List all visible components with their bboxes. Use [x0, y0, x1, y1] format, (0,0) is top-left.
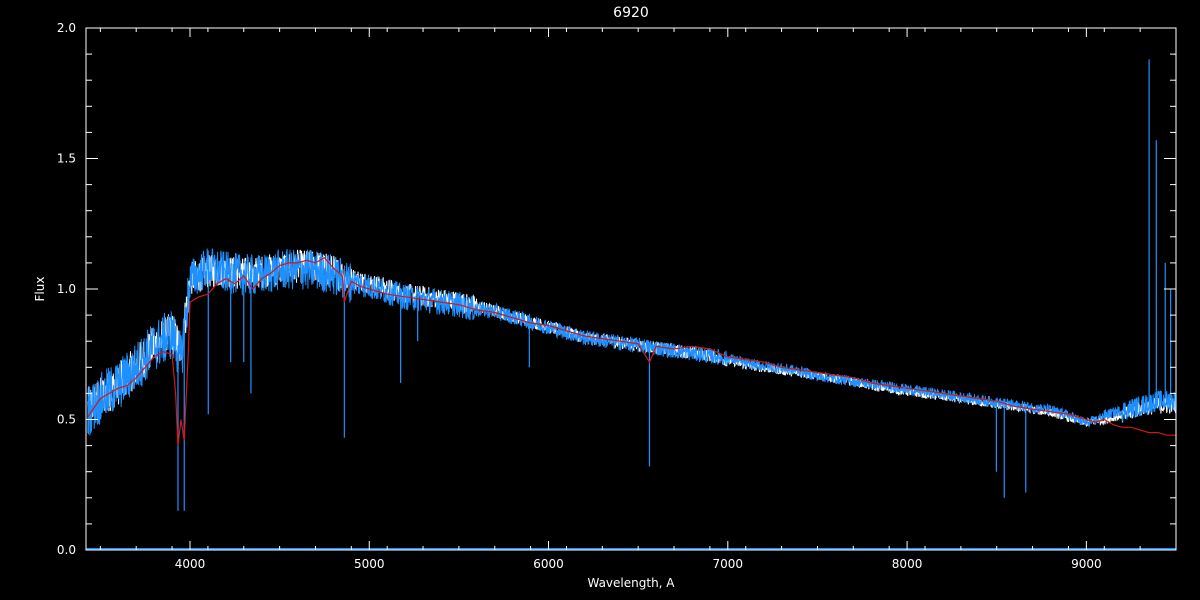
y-tick-label: 0.0 — [57, 543, 76, 557]
x-tick-label: 5000 — [354, 557, 385, 571]
spectrum-chart: 4000 5000 6000 7000 8000 90000.00.51.01.52.0 … — [0, 0, 1200, 600]
chart-background — [0, 0, 1200, 600]
y-tick-label: 1.0 — [57, 282, 76, 296]
y-tick-label: 2.0 — [57, 21, 76, 35]
x-axis-label: Wavelength, A — [587, 576, 675, 590]
x-tick-label: 6000 — [533, 557, 564, 571]
x-tick-label: 9000 — [1071, 557, 1102, 571]
x-tick-label: 8000 — [892, 557, 923, 571]
chart-title: 6920 — [613, 5, 649, 21]
x-tick-label: 4000 — [175, 557, 206, 571]
x-tick-label: 7000 — [713, 557, 744, 571]
y-axis-label: Flux — [33, 277, 47, 302]
y-tick-label: 1.5 — [57, 152, 76, 166]
y-tick-label: 0.5 — [57, 413, 76, 427]
